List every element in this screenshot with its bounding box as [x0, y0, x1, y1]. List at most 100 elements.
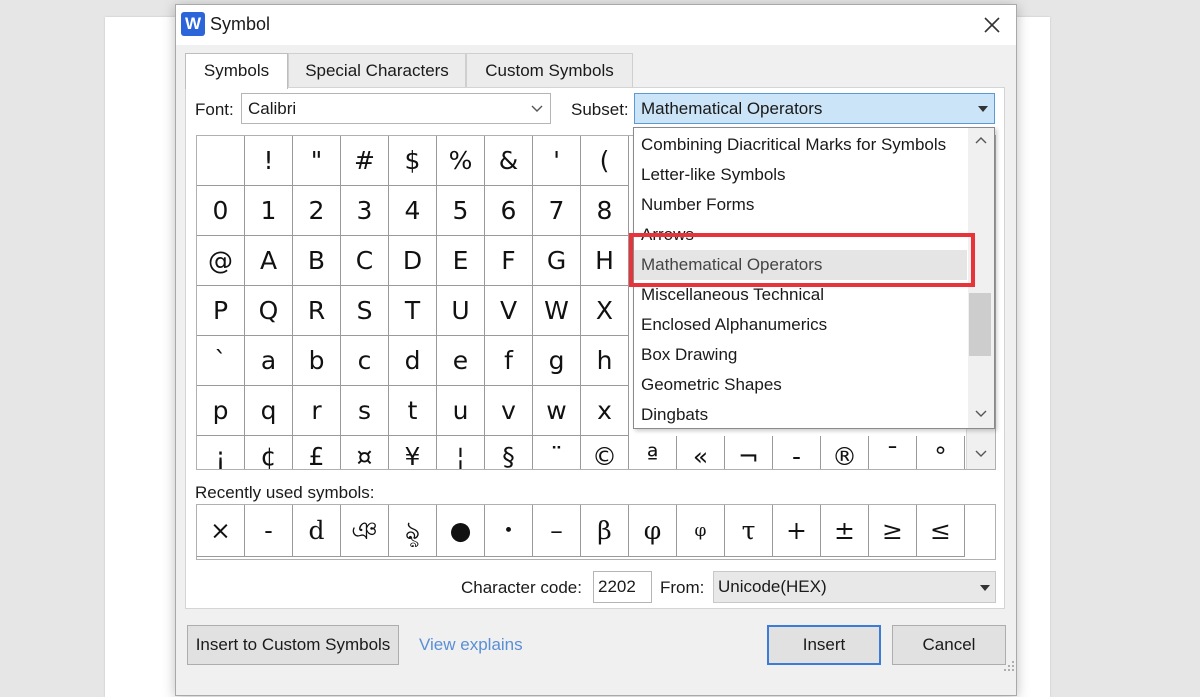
- subset-option[interactable]: Geometric Shapes: [634, 370, 967, 400]
- symbol-cell[interactable]: @: [197, 236, 245, 286]
- chevron-down-icon[interactable]: [974, 448, 988, 460]
- symbol-cell[interactable]: T: [389, 286, 437, 336]
- symbol-cell[interactable]: ®: [821, 436, 869, 469]
- symbol-cell[interactable]: [197, 136, 245, 186]
- resize-grip-icon[interactable]: [1003, 660, 1015, 672]
- symbol-cell[interactable]: ©: [581, 436, 629, 469]
- recent-symbol-cell[interactable]: ×: [197, 505, 245, 557]
- symbol-cell[interactable]: 2: [293, 186, 341, 236]
- symbol-cell[interactable]: 3: [341, 186, 389, 236]
- symbol-cell[interactable]: 7: [533, 186, 581, 236]
- recent-symbol-cell[interactable]: –: [533, 505, 581, 557]
- symbol-cell[interactable]: 6: [485, 186, 533, 236]
- symbol-cell[interactable]: Q: [245, 286, 293, 336]
- symbol-cell[interactable]: (: [581, 136, 629, 186]
- symbol-cell[interactable]: S: [341, 286, 389, 336]
- symbol-cell[interactable]: s: [341, 386, 389, 436]
- from-select[interactable]: Unicode(HEX): [713, 571, 996, 603]
- symbol-cell[interactable]: r: [293, 386, 341, 436]
- subset-option[interactable]: Letter-like Symbols: [634, 160, 967, 190]
- dropdown-scroll-thumb[interactable]: [969, 293, 991, 356]
- symbol-cell[interactable]: 1: [245, 186, 293, 236]
- recent-symbol-cell[interactable]: φ: [629, 505, 677, 557]
- symbol-cell[interactable]: H: [581, 236, 629, 286]
- tab-special-characters[interactable]: Special Characters: [288, 53, 466, 87]
- symbol-cell[interactable]: °: [917, 436, 965, 469]
- symbol-cell[interactable]: w: [533, 386, 581, 436]
- symbol-cell[interactable]: ¡: [197, 436, 245, 469]
- symbol-cell[interactable]: x: [581, 386, 629, 436]
- insert-button[interactable]: Insert: [767, 625, 881, 665]
- symbol-cell[interactable]: ¥: [389, 436, 437, 469]
- recent-symbol-cell[interactable]: ≥: [869, 505, 917, 557]
- symbol-cell[interactable]: ¯: [869, 436, 917, 469]
- symbol-cell[interactable]: B: [293, 236, 341, 286]
- recent-symbol-cell[interactable]: d: [293, 505, 341, 557]
- symbol-cell[interactable]: p: [197, 386, 245, 436]
- symbol-cell[interactable]: b: [293, 336, 341, 386]
- symbol-cell[interactable]: 0: [197, 186, 245, 236]
- symbol-cell[interactable]: 4: [389, 186, 437, 236]
- symbol-cell[interactable]: A: [245, 236, 293, 286]
- recent-symbol-cell[interactable]: ●: [437, 505, 485, 557]
- symbol-cell[interactable]: «: [677, 436, 725, 469]
- symbol-cell[interactable]: &: [485, 136, 533, 186]
- recent-symbol-cell[interactable]: ৡ: [389, 505, 437, 557]
- subset-option[interactable]: Enclosed Alphanumerics: [634, 310, 967, 340]
- chevron-down-icon[interactable]: [974, 408, 988, 420]
- symbol-cell[interactable]: $: [389, 136, 437, 186]
- symbol-cell[interactable]: ": [293, 136, 341, 186]
- insert-to-custom-symbols-button[interactable]: Insert to Custom Symbols: [187, 625, 399, 665]
- recent-symbol-cell[interactable]: φ: [677, 505, 725, 557]
- symbol-cell[interactable]: V: [485, 286, 533, 336]
- character-code-input[interactable]: 2202: [593, 571, 652, 603]
- symbol-cell[interactable]: X: [581, 286, 629, 336]
- tab-custom-symbols[interactable]: Custom Symbols: [466, 53, 633, 87]
- symbol-cell[interactable]: 8: [581, 186, 629, 236]
- symbol-cell[interactable]: P: [197, 286, 245, 336]
- symbol-cell[interactable]: G: [533, 236, 581, 286]
- chevron-up-icon[interactable]: [974, 134, 988, 146]
- symbol-cell[interactable]: -: [773, 436, 821, 469]
- view-explains-link[interactable]: View explains: [419, 635, 523, 655]
- symbol-cell[interactable]: f: [485, 336, 533, 386]
- recent-symbols-grid[interactable]: × - d ঞ ৡ ● • – β φ φ τ + ± ≥ ≤: [196, 504, 996, 560]
- symbol-cell[interactable]: e: [437, 336, 485, 386]
- symbol-cell[interactable]: W: [533, 286, 581, 336]
- symbol-cell[interactable]: 5: [437, 186, 485, 236]
- subset-option[interactable]: Number Forms: [634, 190, 967, 220]
- font-select[interactable]: Calibri: [241, 93, 551, 124]
- subset-option[interactable]: Dingbats: [634, 400, 967, 428]
- symbol-cell[interactable]: #: [341, 136, 389, 186]
- recent-symbol-cell[interactable]: ±: [821, 505, 869, 557]
- subset-option[interactable]: Combining Diacritical Marks for Symbols: [634, 130, 967, 160]
- recent-symbol-cell[interactable]: •: [485, 505, 533, 557]
- symbol-cell[interactable]: h: [581, 336, 629, 386]
- symbol-cell[interactable]: c: [341, 336, 389, 386]
- symbol-cell[interactable]: ': [533, 136, 581, 186]
- symbol-cell[interactable]: C: [341, 236, 389, 286]
- tab-symbols[interactable]: Symbols: [185, 53, 288, 89]
- symbol-cell[interactable]: ¬: [725, 436, 773, 469]
- symbol-cell[interactable]: ¤: [341, 436, 389, 469]
- subset-option[interactable]: Box Drawing: [634, 340, 967, 370]
- symbol-cell[interactable]: a: [245, 336, 293, 386]
- recent-symbol-cell[interactable]: ঞ: [341, 505, 389, 557]
- symbol-cell[interactable]: u: [437, 386, 485, 436]
- symbol-cell[interactable]: ¢: [245, 436, 293, 469]
- cancel-button[interactable]: Cancel: [892, 625, 1006, 665]
- recent-symbol-cell[interactable]: τ: [725, 505, 773, 557]
- recent-symbol-cell[interactable]: ≤: [917, 505, 965, 557]
- symbol-cell[interactable]: `: [197, 336, 245, 386]
- recent-symbol-cell[interactable]: β: [581, 505, 629, 557]
- symbol-cell[interactable]: d: [389, 336, 437, 386]
- symbol-cell[interactable]: t: [389, 386, 437, 436]
- symbol-cell[interactable]: ¦: [437, 436, 485, 469]
- symbol-cell[interactable]: £: [293, 436, 341, 469]
- close-button[interactable]: [976, 9, 1008, 41]
- symbol-cell[interactable]: ¨: [533, 436, 581, 469]
- symbol-cell[interactable]: F: [485, 236, 533, 286]
- recent-symbol-cell[interactable]: +: [773, 505, 821, 557]
- symbol-cell[interactable]: q: [245, 386, 293, 436]
- symbol-cell[interactable]: U: [437, 286, 485, 336]
